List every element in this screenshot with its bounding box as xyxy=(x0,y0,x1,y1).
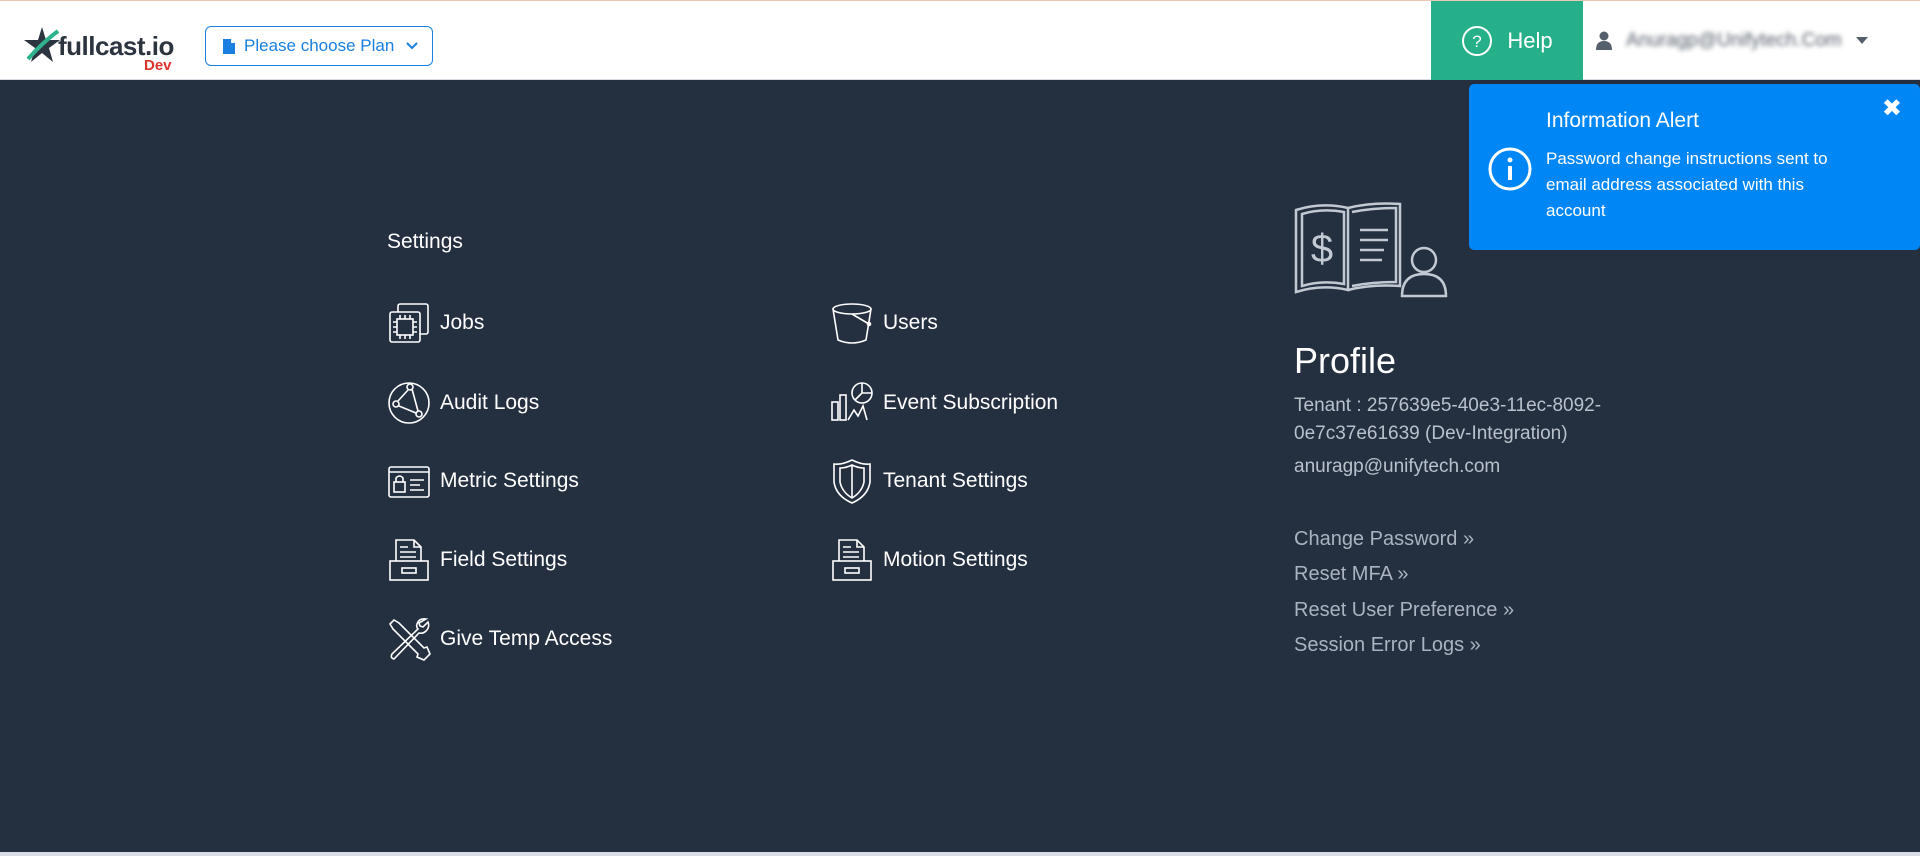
info-circle-icon xyxy=(1488,147,1532,191)
reset-mfa-link[interactable]: Reset MFA » xyxy=(1294,563,1409,586)
help-label: Help xyxy=(1507,27,1553,53)
change-password-link[interactable]: Change Password » xyxy=(1294,528,1474,551)
information-alert: Information Alert Password change instru… xyxy=(1469,84,1920,250)
caret-down-icon xyxy=(1855,37,1868,44)
settings-item-label: Tenant Settings xyxy=(883,469,1028,492)
settings-item-motion-settings[interactable]: Motion Settings xyxy=(829,535,1028,585)
settings-item-metric-settings[interactable]: Metric Settings xyxy=(386,456,579,506)
help-button[interactable]: ? Help xyxy=(1431,1,1583,80)
bucket-icon xyxy=(832,303,872,344)
plan-label: Please choose Plan xyxy=(244,36,395,55)
chip-icon xyxy=(389,303,429,343)
top-header: fullcast.io Dev Please choose Plan ? Hel… xyxy=(0,0,1920,80)
settings-item-label: Give Temp Access xyxy=(440,627,613,650)
reset-user-preference-link[interactable]: Reset User Preference » xyxy=(1294,599,1514,622)
settings-item-label: Users xyxy=(883,311,938,334)
lock-card-icon xyxy=(388,466,430,498)
settings-item-label: Motion Settings xyxy=(883,548,1028,571)
analytics-icon xyxy=(831,382,873,421)
environment-label: Dev xyxy=(144,57,172,74)
settings-item-label: Field Settings xyxy=(440,548,568,571)
choose-plan-dropdown[interactable]: Please choose Plan xyxy=(205,26,433,66)
user-icon xyxy=(1596,31,1612,50)
svg-text:?: ? xyxy=(1473,32,1482,51)
question-circle-icon: ? xyxy=(1462,25,1493,56)
settings-item-jobs[interactable]: Jobs xyxy=(386,298,484,348)
svg-text:$: $ xyxy=(1311,227,1333,271)
settings-item-label: Event Subscription xyxy=(883,391,1059,414)
settings-title: Settings xyxy=(387,230,463,253)
settings-item-field-settings[interactable]: Field Settings xyxy=(386,535,567,585)
settings-item-label: Audit Logs xyxy=(440,391,540,414)
settings-item-label: Jobs xyxy=(440,311,485,334)
user-menu[interactable]: Anuragp@Unifytech.Com xyxy=(1596,23,1896,59)
document-icon xyxy=(223,38,235,54)
alert-title: Information Alert xyxy=(1546,109,1699,132)
session-error-logs-link[interactable]: Session Error Logs » xyxy=(1294,634,1481,657)
chevron-down-icon xyxy=(406,42,418,50)
settings-item-label: Metric Settings xyxy=(440,469,579,492)
close-icon[interactable]: ✖ xyxy=(1882,94,1902,123)
file-drawer-icon xyxy=(832,539,872,581)
tenant-info: Tenant : 257639e5-40e3-11ec-8092-0e7c37e… xyxy=(1294,395,1602,444)
file-drawer-icon xyxy=(389,539,429,581)
profile-book-icon: $ xyxy=(1294,202,1448,298)
star-logo-icon xyxy=(24,27,60,62)
bottom-divider xyxy=(0,852,1920,856)
shield-icon xyxy=(833,459,871,504)
settings-item-tenant-settings[interactable]: Tenant Settings xyxy=(829,456,1028,506)
network-globe-icon xyxy=(388,382,430,424)
profile-title: Profile xyxy=(1294,340,1397,381)
fullcast-logo[interactable]: fullcast.io Dev xyxy=(22,23,182,75)
alert-message: Password change instructions sent to ema… xyxy=(1546,149,1828,220)
settings-item-give-temp-access[interactable]: Give Temp Access xyxy=(386,614,612,664)
user-name: Anuragp@Unifytech.Com xyxy=(1626,30,1842,51)
settings-item-users[interactable]: Users xyxy=(829,298,938,348)
profile-email: anuragp@unifytech.com xyxy=(1294,456,1501,477)
settings-item-event-subscription[interactable]: Event Subscription xyxy=(829,378,1058,428)
settings-item-audit-logs[interactable]: Audit Logs xyxy=(386,378,539,428)
tools-icon xyxy=(388,618,431,661)
